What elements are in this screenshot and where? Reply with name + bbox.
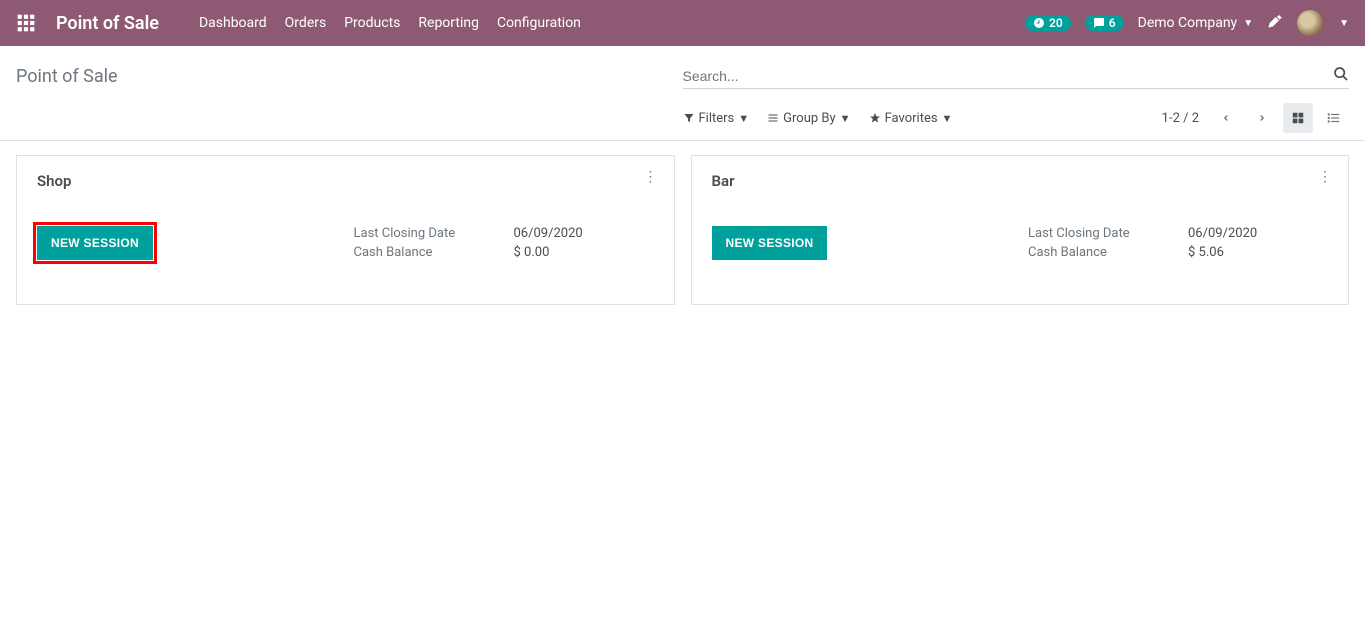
chevron-left-icon (1221, 113, 1231, 123)
search-input[interactable] (683, 64, 1350, 88)
search-icon[interactable] (1333, 66, 1349, 86)
groupby-label: Group By (783, 111, 836, 126)
nav-reporting[interactable]: Reporting (418, 15, 479, 31)
kanban-icon (1291, 111, 1305, 125)
chevron-down-icon: ▼ (1243, 18, 1253, 29)
funnel-icon (683, 112, 695, 124)
pager-next[interactable] (1247, 103, 1277, 133)
card-info: Last Closing Date 06/09/2020 Cash Balanc… (1028, 226, 1328, 260)
card-info: Last Closing Date 06/09/2020 Cash Balanc… (354, 226, 654, 260)
activity-badge[interactable]: 20 (1025, 15, 1071, 31)
clock-icon (1033, 17, 1045, 29)
control-panel: Point of Sale Filters ▼ Group By ▼ Favor… (0, 46, 1365, 141)
user-avatar[interactable] (1297, 10, 1323, 36)
cash-balance-label: Cash Balance (354, 245, 514, 260)
cash-balance-value: $ 5.06 (1188, 245, 1328, 260)
filters-button[interactable]: Filters ▼ (683, 111, 750, 126)
breadcrumb: Point of Sale (16, 66, 683, 87)
chevron-down-icon: ▼ (942, 112, 953, 125)
kanban-container: Shop ⋮ NEW SESSION Last Closing Date 06/… (0, 141, 1365, 319)
card-title: Bar (712, 172, 1329, 190)
list-icon (767, 112, 779, 124)
messages-badge[interactable]: 6 (1085, 15, 1124, 31)
nav-products[interactable]: Products (344, 15, 400, 31)
nav-items: Dashboard Orders Products Reporting Conf… (199, 15, 581, 31)
favorites-label: Favorites (885, 111, 938, 126)
last-closing-label: Last Closing Date (354, 226, 514, 241)
groupby-button[interactable]: Group By ▼ (767, 111, 850, 126)
last-closing-value: 06/09/2020 (514, 226, 654, 241)
last-closing-value: 06/09/2020 (1188, 226, 1328, 241)
chevron-down-icon: ▼ (738, 112, 749, 125)
nav-configuration[interactable]: Configuration (497, 15, 581, 31)
activity-count: 20 (1049, 16, 1063, 30)
nav-dashboard[interactable]: Dashboard (199, 15, 267, 31)
messages-count: 6 (1109, 16, 1116, 30)
list-icon (1327, 111, 1341, 125)
main-navbar: Point of Sale Dashboard Orders Products … (0, 0, 1365, 46)
pos-card-bar: Bar ⋮ NEW SESSION Last Closing Date 06/0… (691, 155, 1350, 305)
debug-icon[interactable] (1267, 13, 1283, 33)
pager-prev[interactable] (1211, 103, 1241, 133)
favorites-button[interactable]: Favorites ▼ (869, 111, 953, 126)
cash-balance-value: $ 0.00 (514, 245, 654, 260)
new-session-button[interactable]: NEW SESSION (712, 226, 828, 260)
card-menu-icon[interactable]: ⋮ (644, 170, 658, 184)
cash-balance-label: Cash Balance (1028, 245, 1188, 260)
chevron-down-icon: ▼ (840, 112, 851, 125)
card-title: Shop (37, 172, 654, 190)
app-title[interactable]: Point of Sale (56, 13, 159, 34)
chevron-right-icon (1257, 113, 1267, 123)
search-wrap (683, 64, 1350, 89)
kanban-view-button[interactable] (1283, 103, 1313, 133)
star-icon (869, 112, 881, 124)
filters-label: Filters (699, 111, 735, 126)
chat-icon (1093, 17, 1105, 29)
company-switcher[interactable]: Demo Company ▼ (1138, 15, 1253, 31)
pos-card-shop: Shop ⋮ NEW SESSION Last Closing Date 06/… (16, 155, 675, 305)
last-closing-label: Last Closing Date (1028, 226, 1188, 241)
list-view-button[interactable] (1319, 103, 1349, 133)
nav-orders[interactable]: Orders (285, 15, 327, 31)
new-session-button[interactable]: NEW SESSION (37, 226, 153, 260)
apps-icon[interactable] (16, 13, 36, 33)
card-menu-icon[interactable]: ⋮ (1318, 170, 1332, 184)
user-menu-caret[interactable]: ▼ (1339, 18, 1349, 29)
pager-text[interactable]: 1-2 / 2 (1162, 111, 1199, 126)
company-name: Demo Company (1138, 15, 1238, 31)
